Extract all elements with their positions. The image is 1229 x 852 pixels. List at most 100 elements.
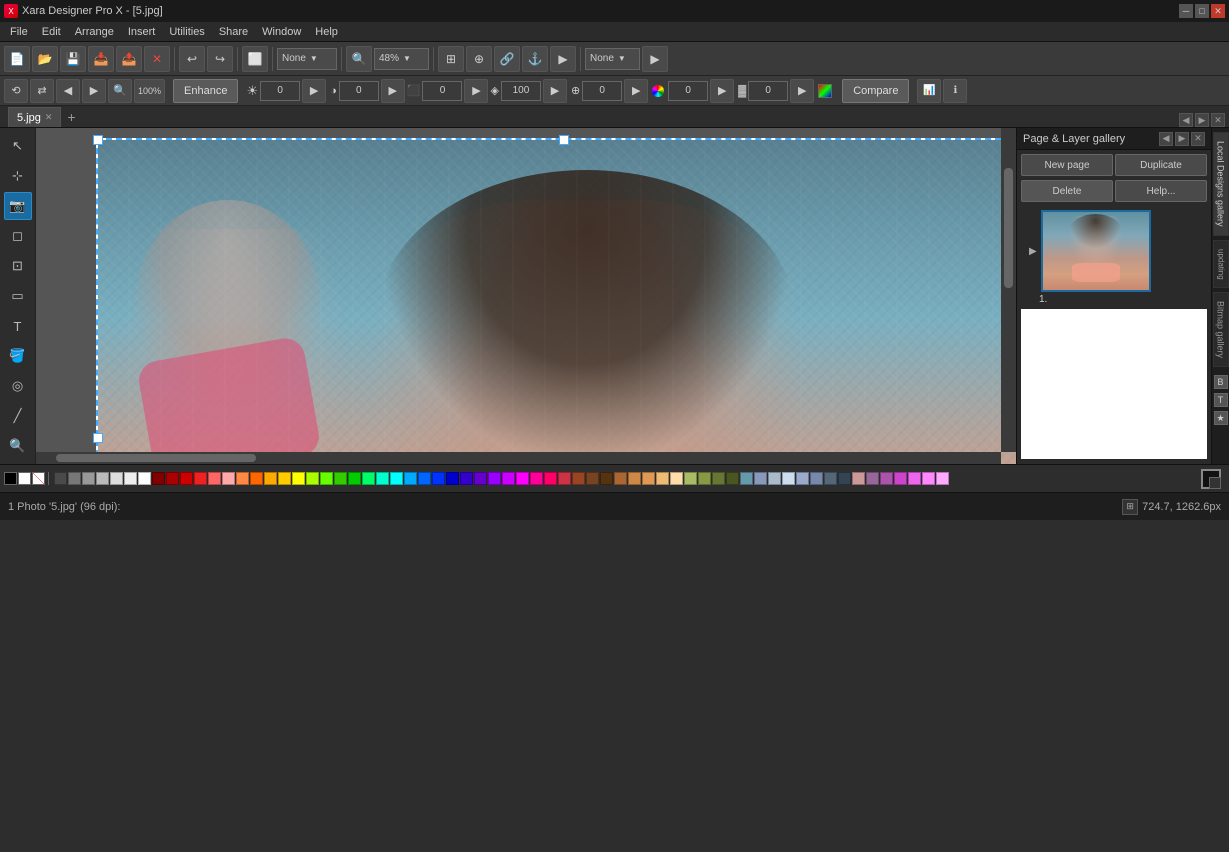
flip-btn[interactable]: ⇄ bbox=[30, 79, 54, 103]
prev-all-btn[interactable]: ⟲ bbox=[4, 79, 28, 103]
link-btn[interactable]: 🔗 bbox=[494, 46, 520, 72]
crop-tool[interactable]: ⊡ bbox=[4, 252, 32, 280]
swatch-12[interactable] bbox=[222, 472, 235, 485]
vertical-scrollbar[interactable] bbox=[1001, 128, 1016, 452]
eraser-tool[interactable]: ◻ bbox=[4, 222, 32, 250]
swatch-15[interactable] bbox=[264, 472, 277, 485]
swatch-10[interactable] bbox=[194, 472, 207, 485]
hue-input[interactable] bbox=[668, 81, 708, 101]
swatch-49[interactable] bbox=[740, 472, 753, 485]
saturation-arrow[interactable]: ▶ bbox=[464, 79, 488, 103]
hue-arrow[interactable]: ▶ bbox=[710, 79, 734, 103]
new-btn[interactable]: 📄 bbox=[4, 46, 30, 72]
panel-close-btn[interactable]: ✕ bbox=[1211, 113, 1225, 127]
swatch-13[interactable] bbox=[236, 472, 249, 485]
menu-edit[interactable]: Edit bbox=[36, 24, 67, 40]
swatch-8[interactable] bbox=[166, 472, 179, 485]
menu-utilities[interactable]: Utilities bbox=[163, 24, 210, 40]
new-page-btn[interactable]: New page bbox=[1021, 154, 1113, 176]
current-color-indicator[interactable] bbox=[1201, 469, 1221, 489]
histogram-btn[interactable]: 📊 bbox=[917, 79, 941, 103]
panel-scroll-left[interactable]: ◀ bbox=[1159, 132, 1173, 146]
swatch-57[interactable] bbox=[852, 472, 865, 485]
swatch-7[interactable] bbox=[152, 472, 165, 485]
sharpness-input[interactable] bbox=[501, 81, 541, 101]
swatch-29[interactable] bbox=[460, 472, 473, 485]
right-arrow-btn[interactable]: ▶ bbox=[642, 46, 668, 72]
open-btn[interactable]: 📂 bbox=[32, 46, 58, 72]
saturation-input[interactable] bbox=[422, 81, 462, 101]
swatch-27[interactable] bbox=[432, 472, 445, 485]
zoom-100-btn[interactable]: 100% bbox=[134, 79, 165, 103]
tab-5jpg[interactable]: 5.jpg ✕ bbox=[8, 107, 61, 127]
anchor-btn[interactable]: ⚓ bbox=[522, 46, 548, 72]
swatch-59[interactable] bbox=[880, 472, 893, 485]
swatch-3[interactable] bbox=[96, 472, 109, 485]
h-scroll-thumb[interactable] bbox=[56, 454, 256, 462]
right-icon-star[interactable]: ★ bbox=[1214, 411, 1228, 425]
import-btn[interactable]: 📥 bbox=[88, 46, 114, 72]
compare-button[interactable]: Compare bbox=[842, 79, 909, 103]
swatch-33[interactable] bbox=[516, 472, 529, 485]
opacity-input[interactable] bbox=[748, 81, 788, 101]
swatch-14[interactable] bbox=[250, 472, 263, 485]
swatch-55[interactable] bbox=[824, 472, 837, 485]
swatch-31[interactable] bbox=[488, 472, 501, 485]
panel-scroll-right[interactable]: ▶ bbox=[1175, 132, 1189, 146]
zoom-in-btn[interactable]: 🔍 bbox=[346, 46, 372, 72]
contrast-arrow[interactable]: ▶ bbox=[381, 79, 405, 103]
swatch-43[interactable] bbox=[656, 472, 669, 485]
swatch-white[interactable] bbox=[18, 472, 31, 485]
swatch-54[interactable] bbox=[810, 472, 823, 485]
swatch-6[interactable] bbox=[138, 472, 151, 485]
swatch-32[interactable] bbox=[502, 472, 515, 485]
swatch-23[interactable] bbox=[376, 472, 389, 485]
close-btn[interactable]: ✕ bbox=[1211, 4, 1225, 18]
swatch-transparent[interactable] bbox=[32, 472, 45, 485]
node-tool[interactable]: ⊹ bbox=[4, 162, 32, 190]
menu-arrange[interactable]: Arrange bbox=[69, 24, 120, 40]
right-icon-b[interactable]: B bbox=[1214, 375, 1228, 389]
zoom-fit-btn[interactable]: 🔍 bbox=[108, 79, 132, 103]
swatch-38[interactable] bbox=[586, 472, 599, 485]
line-tool[interactable]: ╱ bbox=[4, 402, 32, 430]
enhance-button[interactable]: Enhance bbox=[173, 79, 238, 103]
prev-btn[interactable]: ◀ bbox=[56, 79, 80, 103]
image-container[interactable]: ↻ ⊕ bbox=[96, 138, 1016, 464]
swatch-42[interactable] bbox=[642, 472, 655, 485]
swatch-20[interactable] bbox=[334, 472, 347, 485]
swatch-53[interactable] bbox=[796, 472, 809, 485]
swatch-56[interactable] bbox=[838, 472, 851, 485]
fill-tool[interactable]: 🪣 bbox=[4, 342, 32, 370]
maximize-btn[interactable]: □ bbox=[1195, 4, 1209, 18]
tab-add-btn[interactable]: + bbox=[61, 107, 81, 127]
swatch-24[interactable] bbox=[390, 472, 403, 485]
swatch-30[interactable] bbox=[474, 472, 487, 485]
bitmap-gallery-tab[interactable]: Bitmap gallery bbox=[1213, 292, 1229, 367]
swatch-48[interactable] bbox=[726, 472, 739, 485]
swatch-63[interactable] bbox=[936, 472, 949, 485]
swatch-black[interactable] bbox=[4, 472, 17, 485]
menu-file[interactable]: File bbox=[4, 24, 34, 40]
swatch-41[interactable] bbox=[628, 472, 641, 485]
swatch-17[interactable] bbox=[292, 472, 305, 485]
grid-btn[interactable]: ⊞ bbox=[438, 46, 464, 72]
panel-prev-btn[interactable]: ◀ bbox=[1179, 113, 1193, 127]
handle-top-left[interactable] bbox=[93, 135, 103, 145]
menu-window[interactable]: Window bbox=[256, 24, 307, 40]
transparency-tool[interactable]: ◎ bbox=[4, 372, 32, 400]
transform-btn[interactable]: ⬜ bbox=[242, 46, 268, 72]
swatch-34[interactable] bbox=[530, 472, 543, 485]
swatch-2[interactable] bbox=[82, 472, 95, 485]
swatch-40[interactable] bbox=[614, 472, 627, 485]
swatch-0[interactable] bbox=[54, 472, 67, 485]
swatch-11[interactable] bbox=[208, 472, 221, 485]
delete-page-btn[interactable]: Delete bbox=[1021, 180, 1113, 202]
swatch-9[interactable] bbox=[180, 472, 193, 485]
swatch-58[interactable] bbox=[866, 472, 879, 485]
swatch-5[interactable] bbox=[124, 472, 137, 485]
swatch-61[interactable] bbox=[908, 472, 921, 485]
swatch-1[interactable] bbox=[68, 472, 81, 485]
v-scroll-thumb[interactable] bbox=[1004, 168, 1013, 288]
swatch-36[interactable] bbox=[558, 472, 571, 485]
